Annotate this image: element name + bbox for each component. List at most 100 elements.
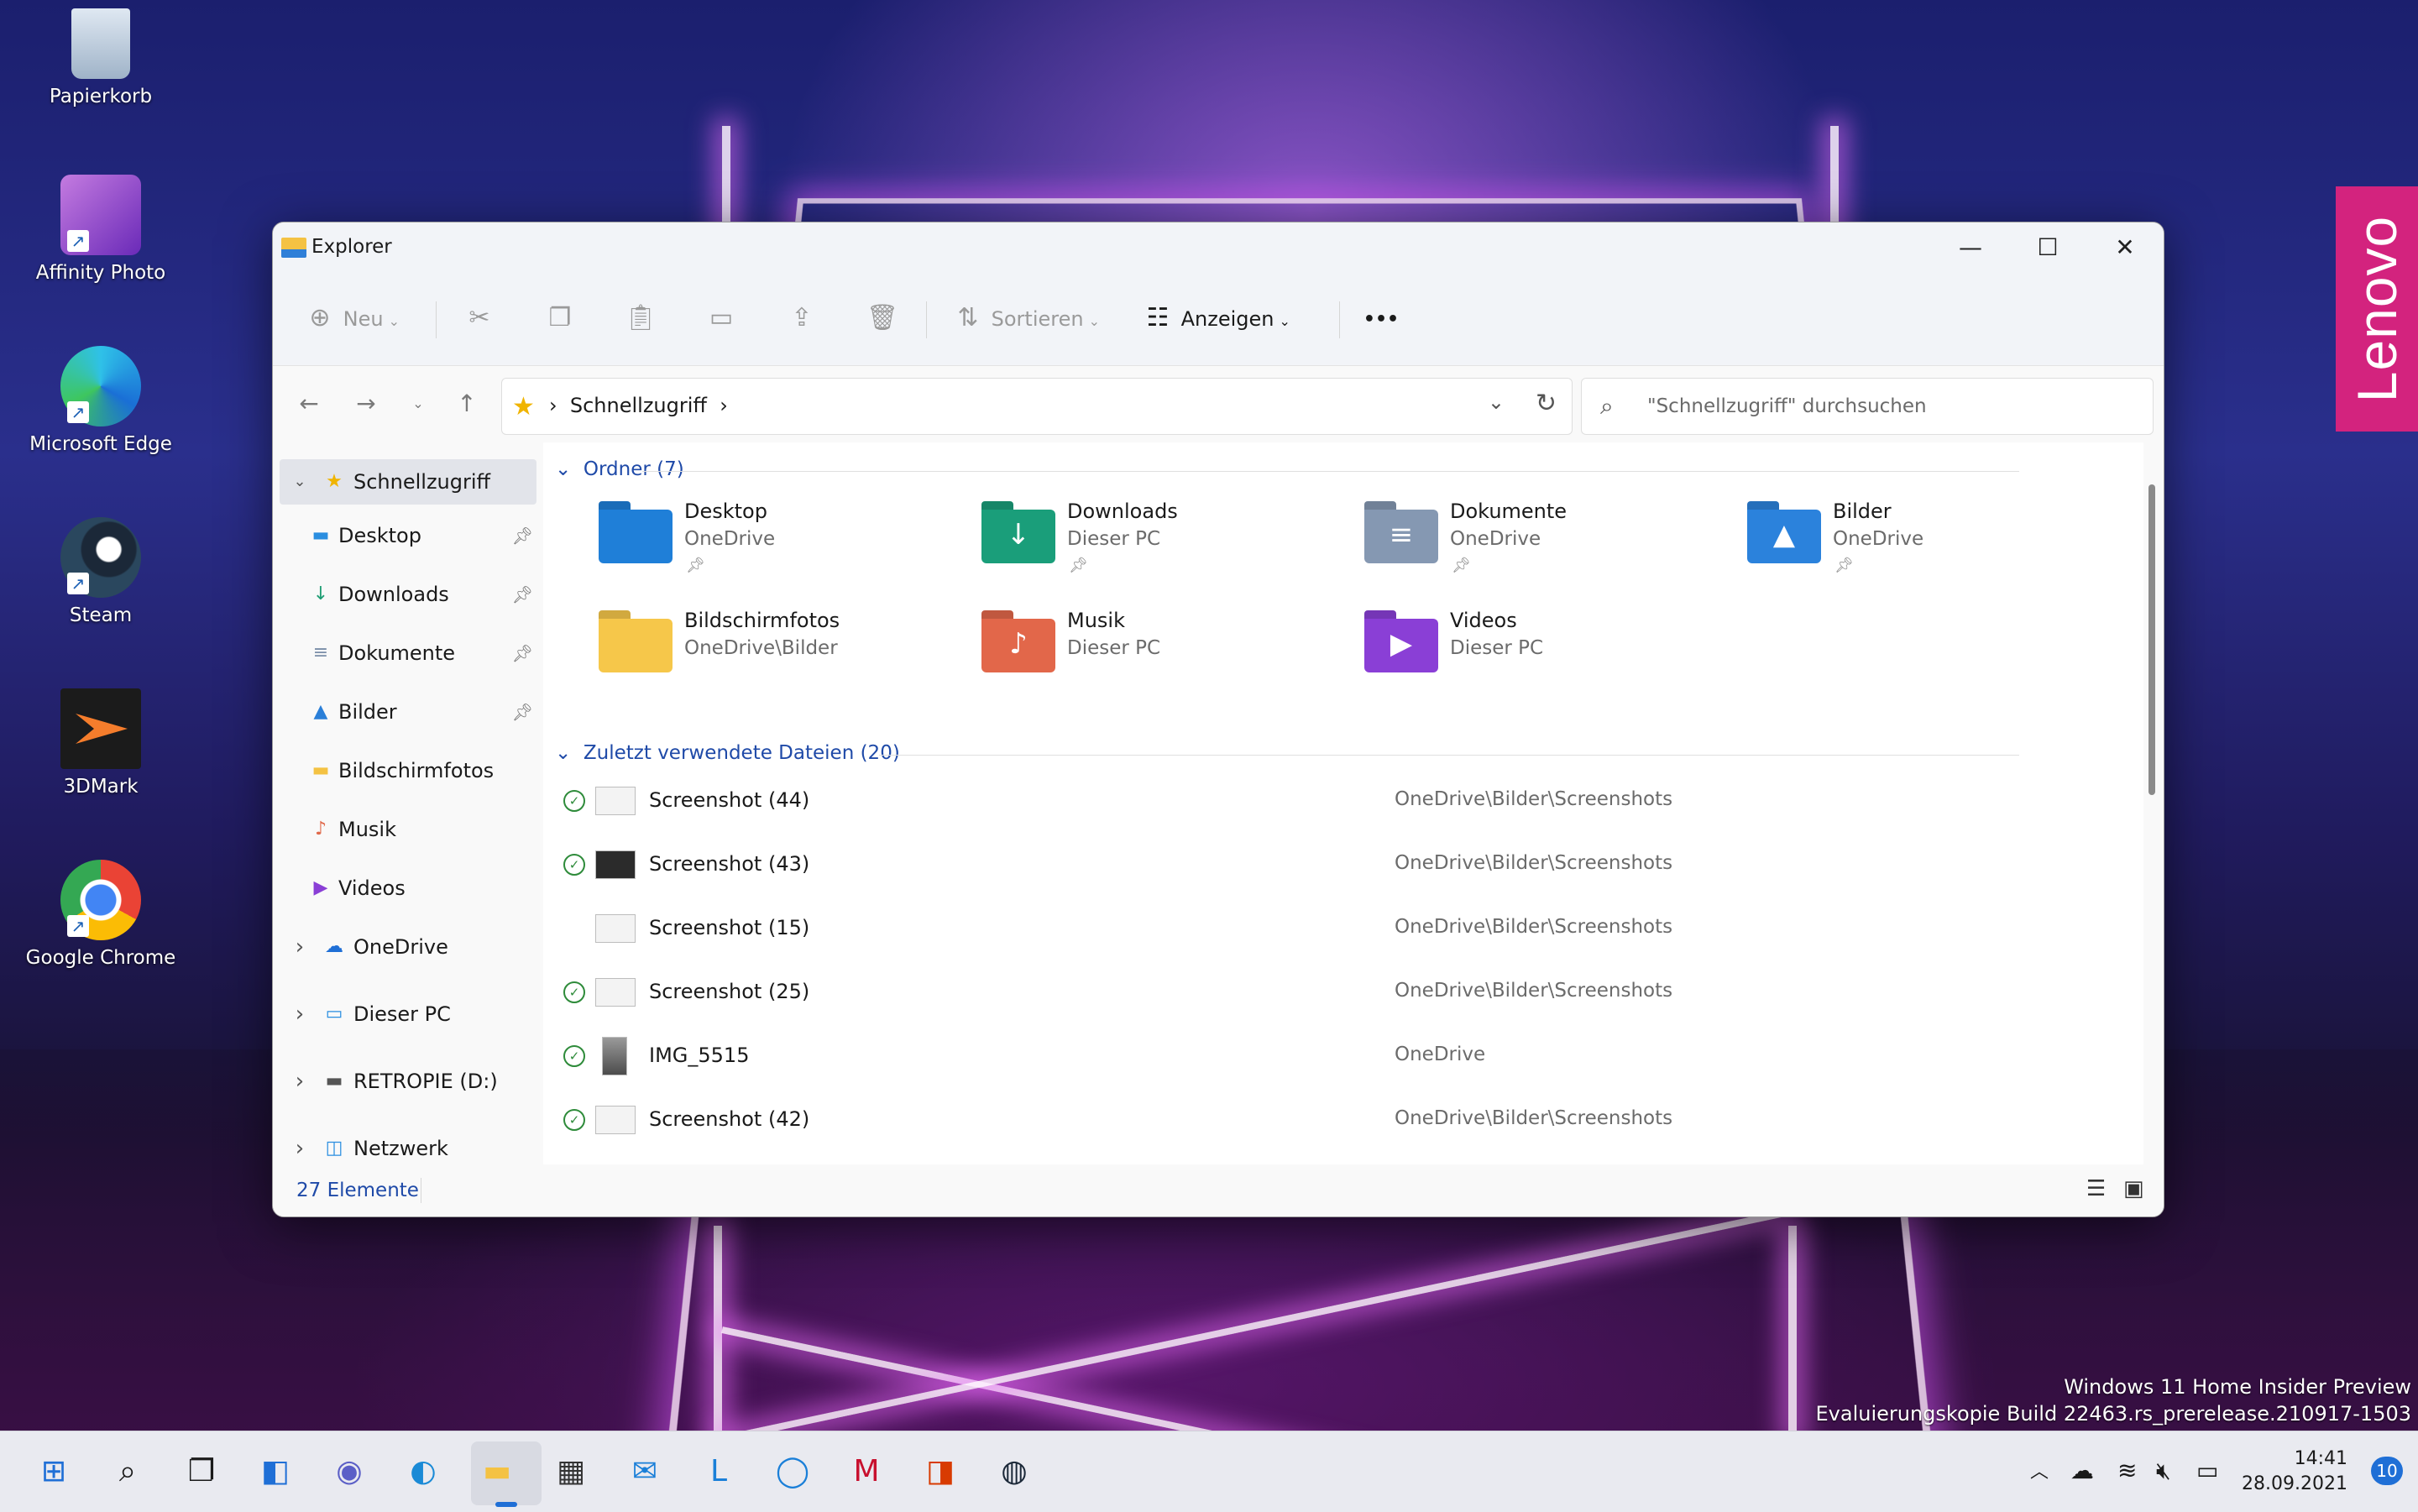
nav-item-dokumente[interactable]: ≡ Dokumente 📌︎ (280, 630, 536, 676)
tiles-view-icon: ▣ (2123, 1176, 2144, 1201)
folder-location: Dieser PC (1067, 528, 1161, 550)
address-bar[interactable]: ★ › Schnellzugriff › ⌄ ↻ (501, 378, 1573, 435)
taskbar-file-explorer-button[interactable]: ▬ (475, 1450, 519, 1494)
more-options-button[interactable]: ••• (1348, 295, 1415, 342)
folder-tile[interactable]: Bildschirmfotos OneDrive\Bilder (599, 602, 968, 703)
refresh-button[interactable]: ↻ (1536, 389, 1557, 418)
share-button[interactable]: ⇪ (785, 295, 819, 342)
copy-button[interactable]: ❐ (543, 295, 577, 342)
taskbar-store-button[interactable]: ▦ (549, 1450, 593, 1494)
folders-section-header[interactable]: ⌄ Ordner (7) (555, 453, 684, 486)
desktop-icon-chrome[interactable]: ↗ Google Chrome (25, 860, 176, 969)
breadcrumb[interactable]: › Schnellzugriff › (549, 394, 728, 417)
taskbar-teams-chat-button[interactable]: ◉ (327, 1450, 371, 1494)
taskbar-edge-button[interactable]: ◐ (401, 1450, 445, 1494)
maximize-button[interactable]: ☐ (2009, 222, 2086, 273)
taskbar-office-button[interactable]: ◨ (919, 1450, 962, 1494)
folder-tile[interactable]: ▶ Videos Dieser PC (1364, 602, 1734, 703)
minimize-button[interactable]: — (1932, 222, 2009, 273)
scrollbar-thumb[interactable] (2148, 484, 2155, 795)
folder-name: Videos (1450, 609, 1517, 632)
taskbar-l-app-button[interactable]: L (697, 1450, 741, 1494)
recent-file-row[interactable]: ✓ Screenshot (43) OneDrive\Bilder\Screensh… (555, 835, 2117, 894)
nav-item-onedrive[interactable]: › ☁ OneDrive (280, 924, 536, 970)
taskbar-search-button[interactable]: ⌕ (106, 1450, 149, 1494)
nav-item-bildschirmfotos[interactable]: ▬ Bildschirmfotos (280, 748, 536, 793)
taskbar-start-button[interactable]: ⊞ (32, 1450, 76, 1494)
taskbar-task-view-button[interactable]: ❐ (180, 1450, 223, 1494)
nav-item-desktop[interactable]: ▬ Desktop 📌︎ (280, 513, 536, 558)
up-button[interactable]: ↑ (446, 385, 488, 423)
nav-item-videos[interactable]: ▶ Videos (280, 866, 536, 911)
taskbar-widgets-button[interactable]: ◧ (254, 1450, 297, 1494)
chevron-down-icon: ⌄ (388, 313, 400, 329)
folder-tile[interactable]: ≡ Dokumente OneDrive 📌︎ (1364, 493, 1734, 594)
sync-status-icon: ✓ (563, 1109, 585, 1131)
view-button[interactable]: ☷ Anzeigen ⌄ (1141, 295, 1290, 342)
clock-date: 28.09.2021 (2242, 1473, 2347, 1494)
nav-item-netzwerk[interactable]: › ◫ Netzwerk (280, 1126, 536, 1171)
nav-item-retropie-d-[interactable]: › ▬ RETROPIE (D:) (280, 1059, 536, 1104)
desktop-icon-edge[interactable]: ↗ Microsoft Edge (25, 346, 176, 455)
close-button[interactable]: ✕ (2086, 222, 2164, 273)
recent-section-header[interactable]: ⌄ Zuletzt verwendete Dateien (20) (555, 736, 900, 770)
forward-button[interactable]: → (345, 385, 387, 423)
recent-locations-button[interactable]: ⌄ (397, 385, 439, 423)
taskbar-steam-button[interactable]: ◍ (992, 1450, 1036, 1494)
recent-file-row[interactable]: ✓ Screenshot (42) OneDrive\Bilder\Screensh… (555, 1091, 2117, 1149)
share-icon: ⇪ (791, 303, 813, 332)
navigation-pane: ⌄ ★ Schnellzugriff ▬ Desktop 📌︎ ↓ Downloads 📌… (273, 442, 543, 1164)
details-view-button[interactable]: ☰ (2086, 1176, 2106, 1201)
notification-badge[interactable]: 10 (2371, 1457, 2403, 1485)
file-location: OneDrive (1395, 1044, 1486, 1065)
folder-tile[interactable]: ▲ Bilder OneDrive 📌︎ (1747, 493, 2117, 594)
vertical-scrollbar[interactable] (2143, 459, 2160, 1164)
desktop-icon-affinity-photo[interactable]: ↗ Affinity Photo (25, 175, 176, 284)
paste-button[interactable]: 📋︎ (624, 295, 657, 342)
chevron-right-icon: › (295, 1002, 305, 1027)
nav-item-musik[interactable]: ♪ Musik (280, 807, 536, 852)
breadcrumb-quick-access[interactable]: Schnellzugriff (570, 394, 707, 417)
3dmark-logo-icon (76, 714, 128, 744)
recent-file-row[interactable]: ✓ Screenshot (44) OneDrive\Bilder\Screensh… (555, 772, 2117, 830)
tray-overflow-button[interactable]: ︿ (2030, 1457, 2049, 1483)
new-button[interactable]: ⊕ Neu ⌄ (303, 295, 400, 342)
volume-tray-button[interactable]: 🔇︎ (2156, 1457, 2171, 1485)
nav-label: Bilder (338, 700, 397, 724)
folder-tile[interactable]: ↓ Downloads Dieser PC 📌︎ (981, 493, 1351, 594)
folder-name: Bilder (1833, 500, 1892, 523)
l-app-icon: L (709, 1454, 728, 1488)
tiles-view-button[interactable]: ▣ (2123, 1176, 2144, 1201)
taskbar-mcafee-button[interactable]: M (845, 1450, 888, 1494)
address-history-button[interactable]: ⌄ (1488, 390, 1505, 414)
desktop-icon-recycle-bin[interactable]: Papierkorb (25, 8, 176, 107)
rename-button[interactable]: ▭ (704, 295, 738, 342)
nav-item-downloads[interactable]: ↓ Downloads 📌︎ (280, 572, 536, 617)
recent-file-row[interactable]: ✓ Screenshot (25) OneDrive\Bilder\Screensh… (555, 963, 2117, 1022)
recent-file-row[interactable]: Screenshot (15) OneDrive\Bilder\Screensho… (555, 899, 2117, 958)
recent-file-row[interactable]: ✓ IMG_5515 OneDrive (555, 1027, 2117, 1086)
folder-tile[interactable]: ♪ Musik Dieser PC (981, 602, 1351, 703)
pin-icon: 📌︎ (686, 557, 705, 574)
taskbar-cortana-button[interactable]: ◯ (771, 1450, 814, 1494)
nav-item-bilder[interactable]: ▲ Bilder 📌︎ (280, 689, 536, 735)
onedrive-tray-button[interactable]: ☁ (2070, 1457, 2094, 1484)
taskbar-mail-button[interactable]: ✉ (623, 1450, 667, 1494)
folder-location: OneDrive (1450, 528, 1541, 550)
file-location: OneDrive\Bilder\Screenshots (1395, 980, 1673, 1002)
sort-button[interactable]: ⇅ Sortieren ⌄ (951, 295, 1100, 342)
folder-symbol: ▶ (1390, 627, 1413, 661)
title-bar[interactable]: Explorer — ☐ ✕ (273, 222, 2164, 273)
back-button[interactable]: ← (288, 385, 330, 423)
clock-button[interactable]: 14:41 28.09.2021 (2242, 1447, 2347, 1497)
search-box[interactable]: ⌕ "Schnellzugriff" durchsuchen (1581, 378, 2154, 435)
wifi-tray-button[interactable]: ≋ (2117, 1457, 2137, 1484)
folder-tile[interactable]: Desktop OneDrive 📌︎ (599, 493, 968, 594)
delete-button[interactable]: 🗑︎ (866, 295, 899, 342)
desktop-icon-3dmark[interactable]: 3DMark (25, 688, 176, 798)
desktop-icon-steam[interactable]: ↗ Steam (25, 517, 176, 626)
cut-button[interactable]: ✂ (463, 295, 496, 342)
nav-item-dieser-pc[interactable]: › ▭ Dieser PC (280, 991, 536, 1037)
nav-quick-access[interactable]: ⌄ ★ Schnellzugriff (280, 459, 536, 505)
battery-tray-button[interactable]: ▭ (2196, 1457, 2218, 1484)
